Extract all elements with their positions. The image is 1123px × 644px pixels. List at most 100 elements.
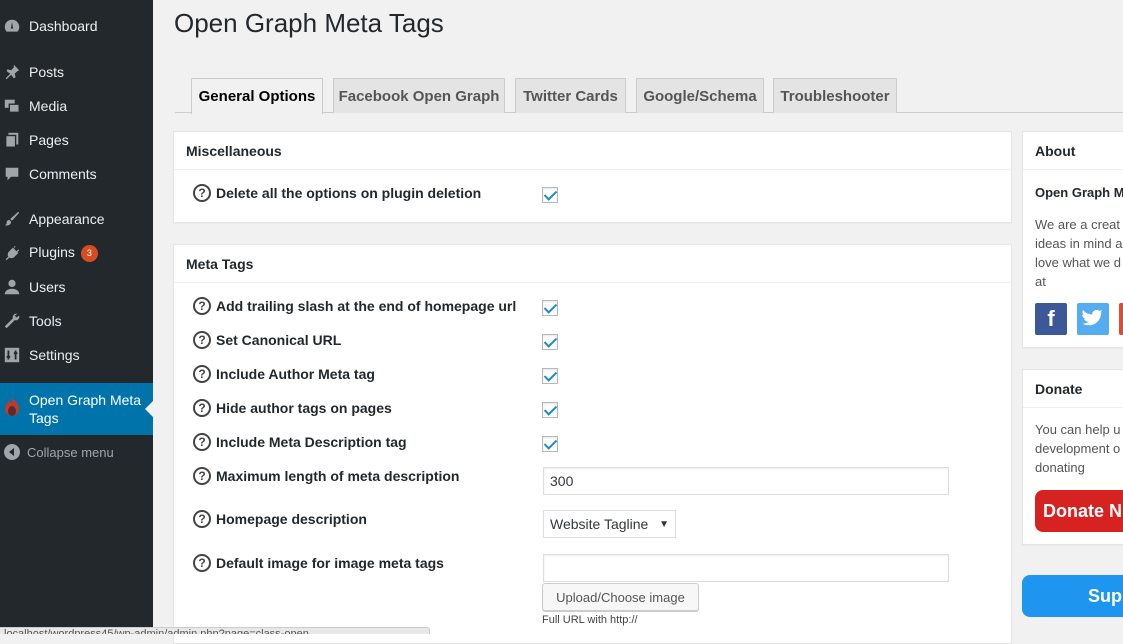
option-max-length: ? Maximum length of meta description <box>193 467 459 485</box>
miscellaneous-panel: Miscellaneous ? Delete all the options o… <box>173 131 1012 223</box>
select-value: Website Tagline <box>550 516 649 532</box>
browser-status-bar: localhost/wordpress45/wp-admin/admin.php… <box>0 627 430 634</box>
default-image-url-input[interactable] <box>543 554 949 582</box>
help-icon[interactable]: ? <box>193 554 211 572</box>
menu-comments[interactable]: Comments <box>0 159 153 189</box>
menu-label: Comments <box>29 166 97 182</box>
option-author-meta: ? Include Author Meta tag <box>193 365 375 383</box>
option-trailing-slash: ? Add trailing slash at the end of homep… <box>193 297 516 315</box>
tab-facebook-open-graph[interactable]: Facebook Open Graph <box>333 78 505 113</box>
option-label: Homepage description <box>216 511 367 527</box>
option-label: Include Author Meta tag <box>216 366 375 382</box>
homepage-description-select[interactable]: Website Tagline ▼ <box>543 510 676 538</box>
og-logo-icon <box>2 397 22 417</box>
comment-icon <box>2 164 22 184</box>
panel-title: Donate <box>1023 370 1123 408</box>
menu-label: Tools <box>29 313 62 329</box>
option-hide-author-pages: ? Hide author tags on pages <box>193 399 392 417</box>
max-length-input[interactable]: 300 <box>543 467 949 495</box>
menu-appearance[interactable]: Appearance <box>0 204 153 234</box>
menu-open-graph-meta-tags[interactable]: Open Graph Meta Tags <box>0 383 153 435</box>
option-label: Maximum length of meta description <box>216 468 460 484</box>
menu-label: Posts <box>29 64 65 80</box>
google-plus-icon[interactable] <box>1119 303 1123 335</box>
canonical-url-checkbox[interactable] <box>542 334 558 350</box>
help-icon[interactable]: ? <box>193 510 211 528</box>
menu-label: Pages <box>29 132 69 148</box>
about-line: at <box>1035 274 1046 289</box>
help-icon[interactable]: ? <box>193 467 211 485</box>
option-label: Set Canonical URL <box>216 332 342 348</box>
trailing-slash-checkbox[interactable] <box>542 300 558 316</box>
menu-label: Settings <box>29 347 80 363</box>
pin-icon <box>2 62 22 82</box>
menu-plugins[interactable]: Plugins 3 <box>0 238 153 268</box>
panel-title: About <box>1023 132 1123 170</box>
menu-label: Media <box>29 98 68 114</box>
option-label: Include Meta Description tag <box>216 434 407 450</box>
page-title: Open Graph Meta Tags <box>174 8 444 38</box>
collapse-menu-label: Collapse menu <box>27 444 114 460</box>
help-icon[interactable]: ? <box>193 365 211 383</box>
support-button[interactable]: Supp <box>1022 575 1123 617</box>
help-icon[interactable]: ? <box>193 184 211 202</box>
option-label: Add trailing slash at the end of homepag… <box>216 298 517 314</box>
menu-settings[interactable]: Settings <box>0 340 153 370</box>
menu-label-wrap: Plugins 3 <box>29 244 98 262</box>
plugin-icon <box>2 243 22 263</box>
tab-bar: General Options Facebook Open Graph Twit… <box>175 78 1123 114</box>
dropdown-arrow-icon: ▼ <box>659 518 669 530</box>
donate-line: You can help u <box>1035 422 1121 437</box>
option-label: Hide author tags on pages <box>216 400 392 416</box>
twitter-icon[interactable] <box>1077 303 1109 335</box>
menu-pages[interactable]: Pages <box>0 125 153 155</box>
option-meta-description: ? Include Meta Description tag <box>193 433 407 451</box>
media-icon <box>2 96 22 116</box>
plugin-name: Open Graph M <box>1035 185 1123 200</box>
menu-media[interactable]: Media <box>0 91 153 121</box>
menu-label: Users <box>29 279 66 295</box>
menu-posts[interactable]: Posts <box>0 57 153 87</box>
donate-line: development o <box>1035 441 1121 456</box>
about-line: ideas in mind a <box>1035 236 1123 251</box>
donate-button[interactable]: Donate N <box>1035 490 1123 532</box>
menu-label: Appearance <box>29 211 105 227</box>
facebook-icon[interactable]: f <box>1035 303 1067 335</box>
meta-description-checkbox[interactable] <box>542 436 558 452</box>
update-count-badge: 3 <box>80 245 98 262</box>
menu-label: Open Graph Meta Tags <box>29 392 142 426</box>
donate-line: donating <box>1035 460 1085 475</box>
hide-author-checkbox[interactable] <box>542 402 558 418</box>
upload-image-button[interactable]: Upload/Choose image <box>542 583 699 611</box>
help-icon[interactable]: ? <box>193 433 211 451</box>
help-icon[interactable]: ? <box>193 399 211 417</box>
collapse-menu-button[interactable]: Collapse menu <box>0 437 153 467</box>
menu-dashboard[interactable]: Dashboard <box>0 11 153 41</box>
help-icon[interactable]: ? <box>193 297 211 315</box>
user-icon <box>2 277 22 297</box>
admin-sidebar: Dashboard Posts Media Pages Comments App… <box>0 0 153 634</box>
help-icon[interactable]: ? <box>193 331 211 349</box>
tab-general-options[interactable]: General Options <box>191 78 323 114</box>
option-label: Delete all the options on plugin deletio… <box>216 185 482 201</box>
panel-title: Meta Tags <box>174 245 1011 283</box>
option-canonical-url: ? Set Canonical URL <box>193 331 341 349</box>
menu-users[interactable]: Users <box>0 272 153 302</box>
author-meta-checkbox[interactable] <box>542 368 558 384</box>
dashboard-icon <box>2 16 22 36</box>
collapse-arrow-icon <box>2 442 22 462</box>
wrench-icon <box>2 311 22 331</box>
option-default-image: ? Default image for image meta tags <box>193 554 444 572</box>
about-panel: About Open Graph M We are a creat ideas … <box>1022 131 1123 348</box>
tab-troubleshooter[interactable]: Troubleshooter <box>773 78 897 113</box>
panel-title: Miscellaneous <box>174 132 1011 170</box>
menu-tools[interactable]: Tools <box>0 306 153 336</box>
tab-twitter-cards[interactable]: Twitter Cards <box>515 78 626 113</box>
option-delete-on-deletion: ? Delete all the options on plugin delet… <box>193 184 481 202</box>
option-homepage-description: ? Homepage description <box>193 510 367 528</box>
delete-options-checkbox[interactable] <box>542 187 558 203</box>
tab-google-schema[interactable]: Google/Schema <box>636 78 764 113</box>
menu-label: Plugins <box>29 244 75 260</box>
about-line: love what we d <box>1035 255 1121 270</box>
settings-icon <box>2 345 22 365</box>
